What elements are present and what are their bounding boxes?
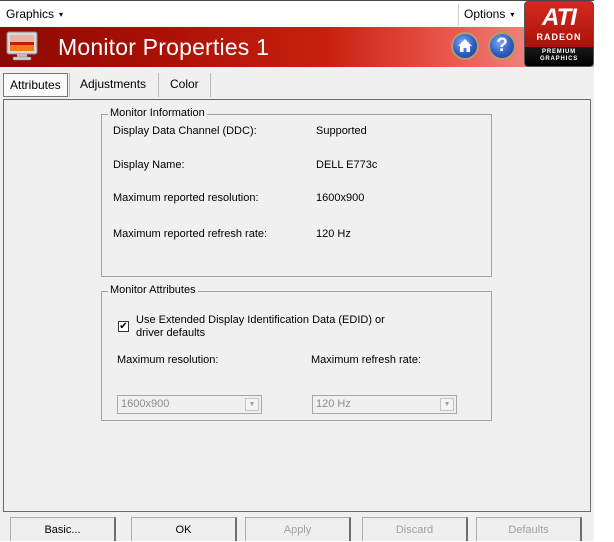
tab-divider [210, 73, 211, 97]
monitor-attributes-group: Monitor Attributes ✔ Use Extended Displa… [101, 284, 492, 421]
options-menu-label: Options [464, 7, 506, 21]
page-title: Monitor Properties 1 [58, 34, 270, 60]
tab-bar: Attributes Adjustments Color [0, 67, 594, 100]
attributes-panel: Monitor Information Display Data Channel… [3, 99, 591, 512]
tab-color[interactable]: Color [164, 73, 205, 95]
chevron-down-icon[interactable]: ▼ [245, 398, 259, 411]
ati-radeon-logo: ATI RADEON PREMIUM GRAPHICS [524, 1, 594, 67]
group-title: Monitor Information [108, 107, 207, 119]
help-icon: ? [496, 35, 508, 56]
apply-button[interactable]: Apply [245, 517, 351, 541]
max-resolution-label: Maximum resolution: [117, 354, 219, 366]
menu-bar: Graphics ▾ Options ▾ [0, 0, 594, 27]
max-reported-resolution-label: Maximum reported resolution: [113, 192, 259, 204]
chevron-down-icon: ▾ [59, 10, 64, 19]
logo-brand: ATI [542, 4, 577, 31]
defaults-button[interactable]: Defaults [476, 517, 582, 541]
graphics-menu[interactable]: Graphics ▾ [6, 7, 63, 21]
group-title: Monitor Attributes [108, 284, 198, 296]
logo-premium-graphics: PREMIUM GRAPHICS [525, 49, 593, 63]
display-name-label: Display Name: [113, 159, 185, 171]
logo-radeon: RADEON [536, 32, 582, 42]
home-button[interactable] [451, 32, 479, 60]
max-reported-refresh-label: Maximum reported refresh rate: [113, 228, 268, 240]
logo-graphics: GRAPHICS [539, 56, 579, 62]
max-refresh-label: Maximum refresh rate: [311, 354, 422, 366]
edid-label-line1: Use Extended Display Identification Data… [136, 314, 385, 326]
edid-checkbox[interactable]: ✔ [118, 321, 129, 332]
chevron-down-icon[interactable]: ▼ [440, 398, 454, 411]
menu-divider [458, 4, 459, 26]
tab-divider [158, 73, 159, 97]
tab-attributes[interactable]: Attributes [3, 73, 68, 97]
ok-button[interactable]: OK [131, 517, 237, 541]
edid-checkbox-label: Use Extended Display Identification Data… [136, 314, 385, 340]
max-refresh-value: 120 Hz [316, 398, 351, 410]
max-refresh-select[interactable]: 120 Hz ▼ [312, 395, 457, 414]
max-reported-resolution-value: 1600x900 [316, 192, 365, 204]
max-resolution-value: 1600x900 [121, 398, 170, 410]
display-name-value: DELL E773c [316, 159, 378, 171]
logo-premium: PREMIUM [542, 49, 576, 55]
ddc-label: Display Data Channel (DDC): [113, 125, 257, 137]
tab-adjustments[interactable]: Adjustments [74, 73, 152, 95]
home-icon [458, 39, 472, 52]
monitor-information-group: Monitor Information Display Data Channel… [101, 107, 492, 277]
options-menu[interactable]: Options ▾ [464, 7, 514, 21]
max-resolution-select[interactable]: 1600x900 ▼ [117, 395, 262, 414]
chevron-down-icon: ▾ [510, 10, 515, 19]
ddc-value: Supported [316, 125, 367, 137]
graphics-menu-label: Graphics [6, 7, 55, 21]
help-button[interactable]: ? [488, 32, 516, 60]
basic-button[interactable]: Basic... [10, 517, 116, 541]
discard-button[interactable]: Discard [362, 517, 468, 541]
monitor-icon [6, 31, 38, 61]
page-header-banner: Monitor Properties 1 ? [0, 27, 594, 67]
tab-divider [69, 73, 70, 97]
edid-label-line2: driver defaults [136, 327, 206, 339]
max-reported-refresh-value: 120 Hz [316, 228, 351, 240]
ati-control-center-window: Graphics ▾ Options ▾ Monitor Properties 1 … [0, 0, 594, 541]
checkmark-icon: ✔ [119, 321, 128, 332]
